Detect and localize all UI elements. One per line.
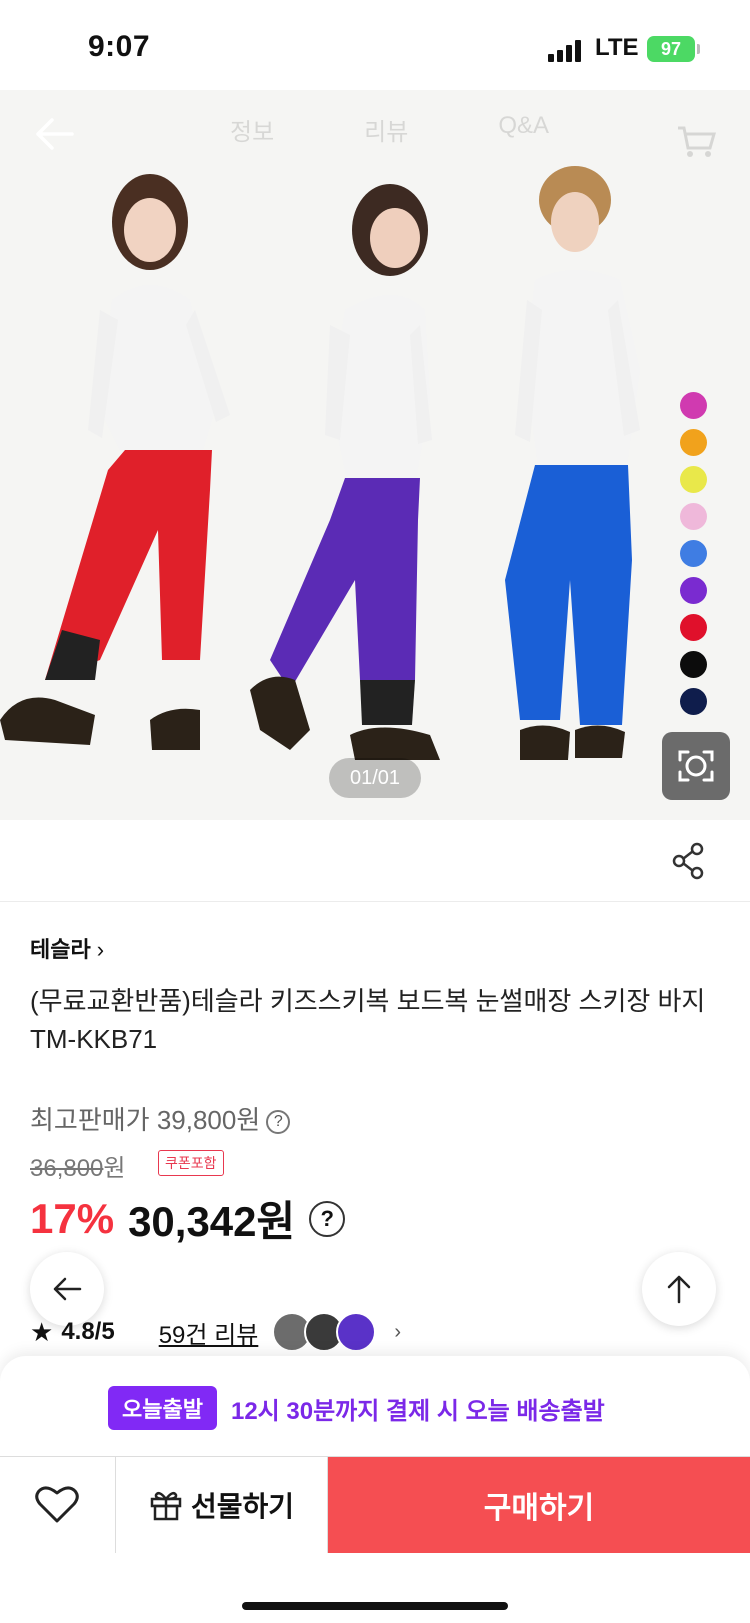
share-row [0,820,750,902]
arrow-up-icon [667,1275,691,1304]
delivery-info: 오늘출발 12시 30분까지 결제 시 오늘 배송출발 [108,1386,605,1430]
model-pants-2 [270,478,420,690]
color-swatch [680,540,707,567]
same-day-tag: 오늘출발 [108,1386,217,1430]
network-type: LTE [595,34,639,61]
share-icon[interactable] [672,842,704,880]
discount-rate: 17% [30,1194,115,1242]
product-image-carousel[interactable]: 정보 리뷰 Q&A 01/01 [0,90,750,820]
clock: 9:07 [88,30,151,63]
color-swatch [680,614,707,641]
gift-button[interactable]: 선물하기 [116,1457,328,1553]
color-swatch-column [680,392,707,715]
original-price: 36,800 [30,1155,104,1182]
ghost-tab-qna: Q&A [498,112,550,139]
brand-name: 테슬라 [30,937,91,962]
image-counter: 01/01 [329,758,421,798]
buy-button[interactable]: 구매하기 [328,1457,750,1553]
color-swatch [680,503,707,530]
brand-link[interactable]: 테슬라 › [30,932,104,964]
sale-price-row: 17% 30,342원 ? [30,1188,346,1249]
review-thumbnails[interactable] [272,1312,377,1352]
delivery-message: 12시 30분까지 결제 시 오늘 배송출발 [230,1397,605,1425]
cart-icon [678,126,716,157]
signal-icon [548,40,581,62]
back-arrow-icon[interactable] [32,112,76,156]
heart-icon [35,1486,79,1523]
rating-score: 4.8/5 [61,1318,115,1345]
original-price-unit: 원 [103,1155,126,1182]
ghost-tab-info: 정보 [230,119,275,146]
wishlist-button[interactable] [0,1457,116,1553]
status-bar: 9:07 LTE 97 [0,0,750,90]
max-price-row: 최고판매가 39,800원? [30,1100,291,1137]
buy-label: 구매하기 [483,1492,595,1525]
help-icon[interactable]: ? [266,1110,291,1135]
review-thumbnail [336,1312,377,1352]
image-search-button[interactable] [662,732,730,800]
scroll-top-button[interactable] [642,1252,716,1326]
product-photo [0,166,640,760]
price-help-icon[interactable]: ? [309,1200,346,1237]
model-pants-3 [505,465,632,725]
color-swatch [680,429,707,456]
color-swatch [680,577,707,604]
max-price: 최고판매가 39,800원 [30,1105,261,1135]
home-indicator [242,1602,508,1610]
chevron-right-icon: › [96,937,105,962]
purchase-bar: 오늘출발 12시 30분까지 결제 시 오늘 배송출발 선물하기 구매하기 [0,1356,750,1623]
review-count-link[interactable]: 59건 리뷰 [159,1315,259,1350]
action-buttons: 선물하기 구매하기 [0,1456,750,1553]
battery-level: 97 [660,39,682,59]
original-price-row: 36,800원 [30,1148,126,1183]
color-swatch [680,392,707,419]
battery-tip [697,44,700,54]
color-swatch [680,651,707,678]
coupon-badge: 쿠폰포함 [158,1150,224,1176]
rating-row[interactable]: ★ 4.8/5 59건 리뷰 › [30,1312,401,1352]
model-girl-red [0,174,230,750]
color-swatch [680,688,707,715]
star-icon: ★ [30,1316,54,1347]
product-title: (무료교환반품)테슬라 키즈스키복 보드복 눈썰매장 스키장 바지TM-KKB7… [30,986,706,1054]
ghost-tab-review: 리뷰 [364,119,409,146]
model-girl-purple [250,184,440,760]
model-boy-blue [505,166,640,760]
battery-icon: 97 [647,36,695,62]
gift-icon [150,1491,182,1521]
arrow-left-icon [53,1277,82,1301]
faded-tab-overlay: 정보 리뷰 Q&A [230,112,549,147]
sale-price: 30,342원 [128,1198,296,1245]
gift-label: 선물하기 [190,1491,295,1522]
chevron-right-icon: › [394,1320,401,1343]
color-swatch [680,466,707,493]
camera-scan-icon [678,750,714,782]
